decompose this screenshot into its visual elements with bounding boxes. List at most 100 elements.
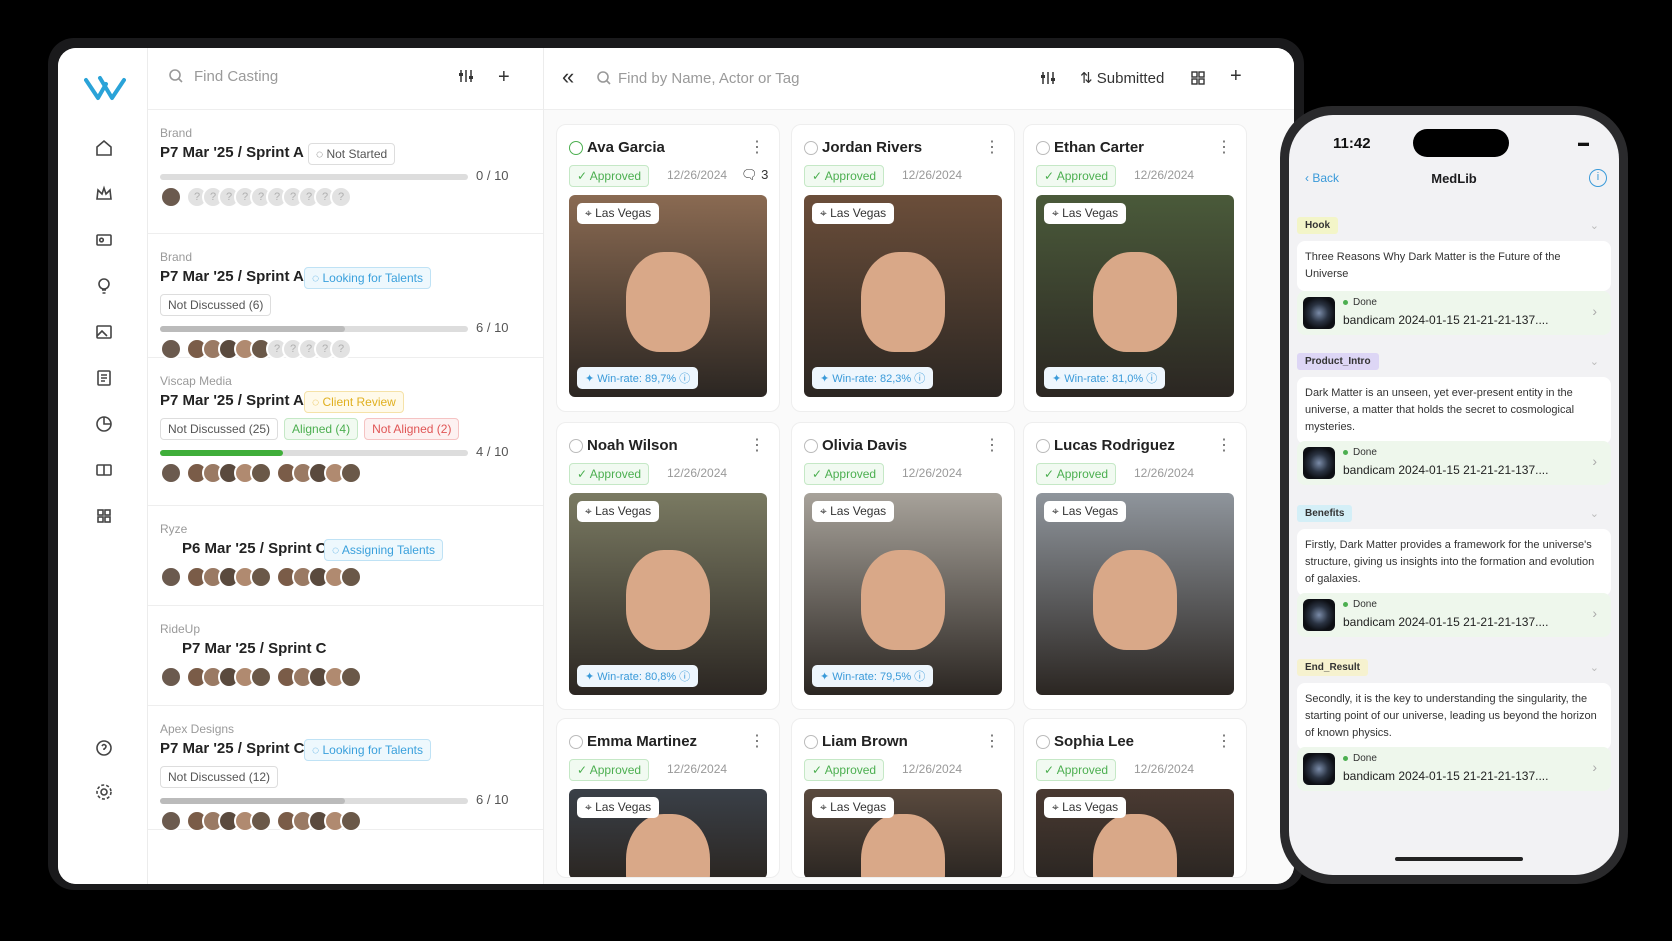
talent-photo[interactable]: ⌖ Las Vegas [569,789,767,877]
more-options-icon[interactable]: ⋮ [1216,137,1232,157]
talent-card[interactable]: Jordan Rivers ⋮ ✓ Approved 12/26/2024 ⌖ Las … [791,124,1015,412]
project-item[interactable]: Viscap Media P7 Mar '25 / Sprint A ◌ Clien… [148,358,543,506]
grid-icon[interactable] [94,506,114,526]
info-icon[interactable]: ⓘ [1146,373,1157,385]
assigned-avatars[interactable]: ????? [160,338,352,360]
section-tag[interactable]: Benefits [1297,505,1353,522]
section-tag[interactable]: End_Result [1297,659,1369,676]
more-options-icon[interactable]: ⋮ [984,731,1000,751]
talent-photo[interactable]: ⌖ Las Vegas [1036,493,1234,695]
project-item[interactable]: RideUp P7 Mar '25 / Sprint C [148,606,543,706]
progress-bar [160,450,468,456]
owner-avatar [160,462,182,484]
more-options-icon[interactable]: ⋮ [984,137,1000,157]
chevron-down-icon[interactable]: ⌄ [1590,219,1599,232]
select-checkbox[interactable] [804,735,818,749]
project-item[interactable]: Brand P7 Mar '25 / Sprint A ◌ Not Started 0… [148,110,543,234]
assigned-avatars[interactable] [160,666,362,688]
talent-photo[interactable]: ⌖ Las Vegas [804,789,1002,877]
more-options-icon[interactable]: ⋮ [1216,731,1232,751]
project-tag[interactable]: Not Discussed (25) [160,418,279,440]
talent-avatar [250,810,272,832]
project-tag[interactable]: Not Discussed (12) [160,766,279,788]
check-icon: ✓ [1044,763,1057,777]
home-icon[interactable] [94,138,114,158]
grid-view-icon[interactable] [1190,70,1206,86]
casting-search-input[interactable]: Find Casting [194,68,278,85]
info-icon[interactable]: ⓘ [914,373,925,385]
filter-icon[interactable] [458,68,474,84]
project-tag[interactable]: Aligned (4) [284,418,359,440]
talent-card[interactable]: Sophia Lee ⋮ ✓ Approved 12/26/2024 ⌖ Las Veg… [1023,718,1247,878]
assigned-avatars[interactable] [160,566,362,588]
project-item[interactable]: Apex Designs P7 Mar '25 / Sprint C ◌ Looki… [148,706,543,832]
select-checkbox[interactable] [569,141,583,155]
select-checkbox[interactable] [804,439,818,453]
add-casting-button[interactable]: + [498,66,510,89]
app-logo[interactable] [84,74,126,104]
clip-thumbnail [1303,297,1335,329]
book-icon[interactable] [94,460,114,480]
talent-card[interactable]: Emma Martinez ⋮ ✓ Approved 12/26/2024 ⌖ Las … [556,718,780,878]
comments-count[interactable]: 🗨 3 [741,167,768,183]
crown-icon[interactable] [94,184,114,204]
collapse-panel-button[interactable]: « [562,64,574,90]
sort-dropdown[interactable]: ⇅ Submitted [1080,69,1164,87]
chevron-down-icon[interactable]: ⌄ [1590,507,1599,520]
talent-photo[interactable]: ⌖ Las Vegas ✦ Win-rate: 80,8% ⓘ [569,493,767,695]
lightbulb-icon[interactable] [94,276,114,296]
talent-photo[interactable]: ⌖ Las Vegas ✦ Win-rate: 89,7% ⓘ [569,195,767,397]
talent-photo[interactable]: ⌖ Las Vegas ✦ Win-rate: 81,0% ⓘ [1036,195,1234,397]
talent-photo[interactable]: ⌖ Las Vegas ✦ Win-rate: 79,5% ⓘ [804,493,1002,695]
check-icon: ✓ [812,763,825,777]
select-checkbox[interactable] [569,439,583,453]
id-card-icon[interactable] [94,230,114,250]
image-icon[interactable] [94,322,114,342]
talent-card[interactable]: Ethan Carter ⋮ ✓ Approved 12/26/2024 ⌖ Las V… [1023,124,1247,412]
talent-card[interactable]: Ava Garcia ⋮ ✓ Approved 12/26/2024 🗨 3 ⌖ Las … [556,124,780,412]
project-tag[interactable]: Not Aligned (2) [364,418,460,440]
talent-card[interactable]: Liam Brown ⋮ ✓ Approved 12/26/2024 ⌖ Las Veg… [791,718,1015,878]
clip-row[interactable]: Done bandicam 2024-01-15 21-21-21-137....… [1297,441,1611,485]
clip-row[interactable]: Done bandicam 2024-01-15 21-21-21-137....… [1297,593,1611,637]
select-checkbox[interactable] [1036,439,1050,453]
more-options-icon[interactable]: ⋮ [749,137,765,157]
more-options-icon[interactable]: ⋮ [984,435,1000,455]
filter-icon[interactable] [1040,70,1056,86]
chevron-down-icon[interactable]: ⌄ [1590,355,1599,368]
info-icon[interactable]: ⓘ [679,671,690,683]
more-options-icon[interactable]: ⋮ [749,731,765,751]
more-options-icon[interactable]: ⋮ [1216,435,1232,455]
talent-card[interactable]: Lucas Rodriguez ⋮ ✓ Approved 12/26/2024 ⌖ La… [1023,422,1247,710]
more-options-icon[interactable]: ⋮ [749,435,765,455]
settings-icon[interactable] [94,782,114,802]
assigned-avatars[interactable] [160,462,362,484]
project-tag[interactable]: Not Discussed (6) [160,294,272,316]
talent-card[interactable]: Olivia Davis ⋮ ✓ Approved 12/26/2024 ⌖ Las V… [791,422,1015,710]
project-item[interactable]: Ryze P6 Mar '25 / Sprint C ◌ Assigning Tal… [148,506,543,606]
section-tag[interactable]: Product_Intro [1297,353,1379,370]
clip-filename: bandicam 2024-01-15 21-21-21-137.... [1343,769,1549,783]
section-tag[interactable]: Hook [1297,217,1338,234]
talent-photo[interactable]: ⌖ Las Vegas ✦ Win-rate: 82,3% ⓘ [804,195,1002,397]
clip-row[interactable]: Done bandicam 2024-01-15 21-21-21-137....… [1297,747,1611,791]
clip-row[interactable]: Done bandicam 2024-01-15 21-21-21-137....… [1297,291,1611,335]
select-checkbox[interactable] [569,735,583,749]
help-icon[interactable] [94,738,114,758]
info-icon[interactable]: ⓘ [679,373,690,385]
talent-search-input[interactable]: Find by Name, Actor or Tag [618,70,799,87]
pie-chart-icon[interactable] [94,414,114,434]
assigned-avatars[interactable] [160,810,362,832]
info-icon[interactable]: i [1589,169,1607,187]
assigned-avatars[interactable]: ?????????? [160,186,352,208]
chevron-down-icon[interactable]: ⌄ [1590,661,1599,674]
document-icon[interactable] [94,368,114,388]
info-icon[interactable]: ⓘ [914,671,925,683]
add-talent-button[interactable]: + [1230,65,1242,88]
select-checkbox[interactable] [1036,141,1050,155]
project-item[interactable]: Brand P7 Mar '25 / Sprint A ◌ Looking for … [148,234,543,360]
talent-photo[interactable]: ⌖ Las Vegas [1036,789,1234,877]
select-checkbox[interactable] [1036,735,1050,749]
select-checkbox[interactable] [804,141,818,155]
talent-card[interactable]: Noah Wilson ⋮ ✓ Approved 12/26/2024 ⌖ Las Ve… [556,422,780,710]
